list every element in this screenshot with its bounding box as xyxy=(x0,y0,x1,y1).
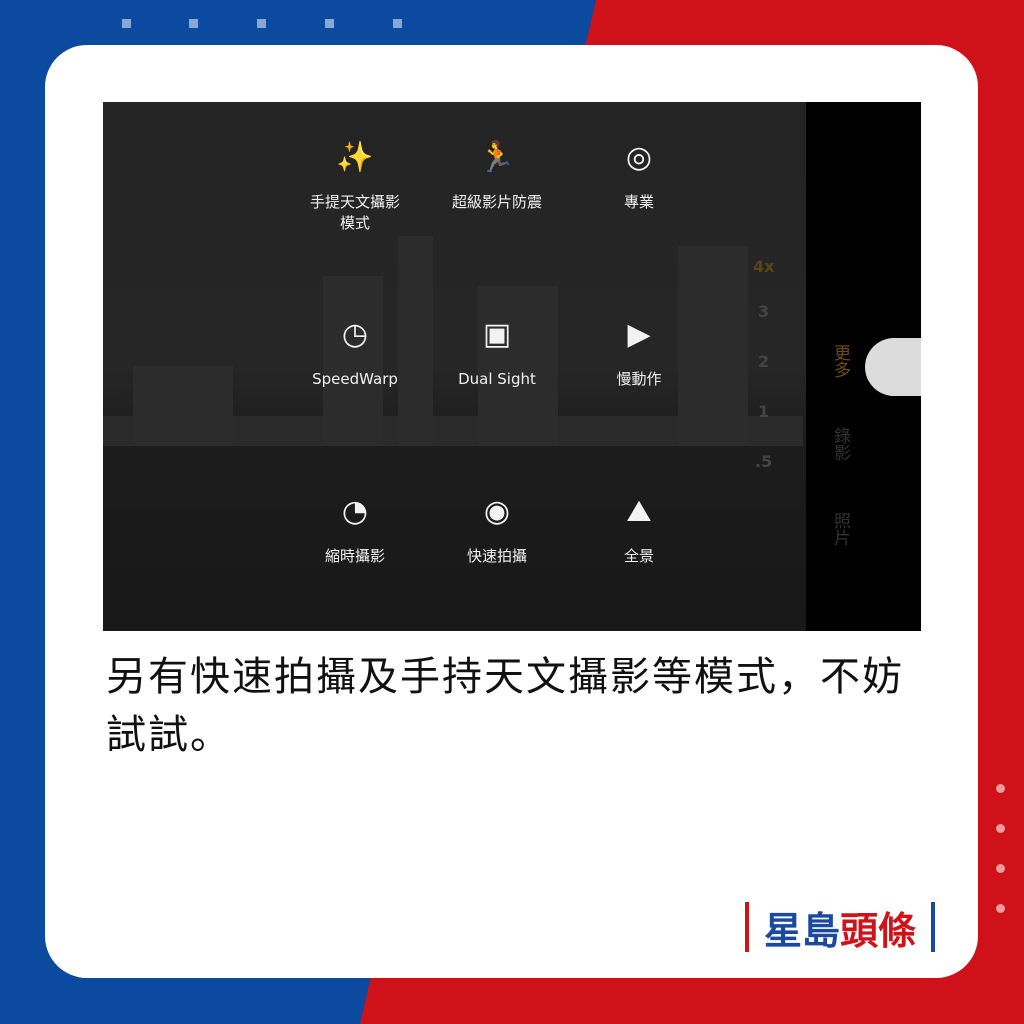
tab-photo[interactable]: 照片 xyxy=(828,512,853,546)
decor-square xyxy=(393,19,402,28)
logo-part1: 星島 xyxy=(763,908,840,953)
zoom-1[interactable]: 1 xyxy=(758,402,769,421)
quick-capture-icon: ◉ xyxy=(483,494,511,529)
mode-label: 全景 xyxy=(623,547,654,565)
sparkles-icon: ✨ xyxy=(336,140,374,175)
mode-item[interactable]: ✨ 手提天文攝影 模式 xyxy=(280,138,430,234)
timelapse-icon: ◔ xyxy=(341,494,369,529)
logo-part2: 頭條 xyxy=(840,908,917,953)
mode-item[interactable]: 🏃 超級影片防震 xyxy=(422,138,572,213)
caption: 另有快速拍攝及手持天文攝影等模式，不妨試試。 xyxy=(106,654,904,758)
tab-more[interactable]: 更多 xyxy=(828,344,853,378)
mode-label: SpeedWarp xyxy=(312,370,398,388)
decor-square xyxy=(189,19,198,28)
mode-item[interactable]: ◔ 縮時攝影 xyxy=(280,492,430,567)
mode-label: 手提天文攝影 模式 xyxy=(309,193,400,232)
mode-label: Dual Sight xyxy=(458,370,536,388)
mode-label: 超級影片防震 xyxy=(451,193,542,211)
decor-dot xyxy=(996,784,1005,793)
mode-label: 快速拍攝 xyxy=(466,547,527,565)
decor-square xyxy=(257,19,266,28)
mode-label: 縮時攝影 xyxy=(324,547,385,565)
mode-item[interactable]: ⛰ 全景 xyxy=(564,492,714,567)
zoom-2[interactable]: 2 xyxy=(758,352,769,371)
mode-label: 慢動作 xyxy=(616,370,662,388)
mode-item[interactable]: ◉ 快速拍攝 xyxy=(422,492,572,567)
panorama-icon: ⛰ xyxy=(626,494,652,529)
aperture-icon: ◎ xyxy=(625,140,653,175)
mode-item[interactable]: ▶ 慢動作 xyxy=(564,315,714,390)
mode-item[interactable]: ▣ Dual Sight xyxy=(422,315,572,390)
decor-dot xyxy=(996,864,1005,873)
decor-dot xyxy=(996,904,1005,913)
speedwarp-icon: ◷ xyxy=(341,317,369,352)
mode-label: 專業 xyxy=(623,193,654,211)
logo: 星島 頭條 xyxy=(745,902,935,953)
decor-dot xyxy=(996,824,1005,833)
decor-square xyxy=(122,19,131,28)
building xyxy=(133,366,233,446)
running-icon: 🏃 xyxy=(478,140,516,175)
decor-square xyxy=(325,19,334,28)
shutter-pill[interactable] xyxy=(865,338,921,396)
slow-motion-icon: ▶ xyxy=(627,317,651,352)
dual-sight-icon: ▣ xyxy=(482,317,512,352)
tab-video[interactable]: 錄影 xyxy=(828,427,853,461)
zoom-3[interactable]: 3 xyxy=(758,302,769,321)
zoom-4x[interactable]: 4x xyxy=(753,257,774,276)
camera-screenshot: ✨ 手提天文攝影 模式 🏃 超級影片防震 ◎ 專業 ◷ SpeedWarp ▣ Dual Sigh… xyxy=(103,102,921,631)
zoom-05[interactable]: .5 xyxy=(755,452,772,471)
mode-item[interactable]: ◷ SpeedWarp xyxy=(280,315,430,390)
mode-item[interactable]: ◎ 專業 xyxy=(564,138,714,213)
